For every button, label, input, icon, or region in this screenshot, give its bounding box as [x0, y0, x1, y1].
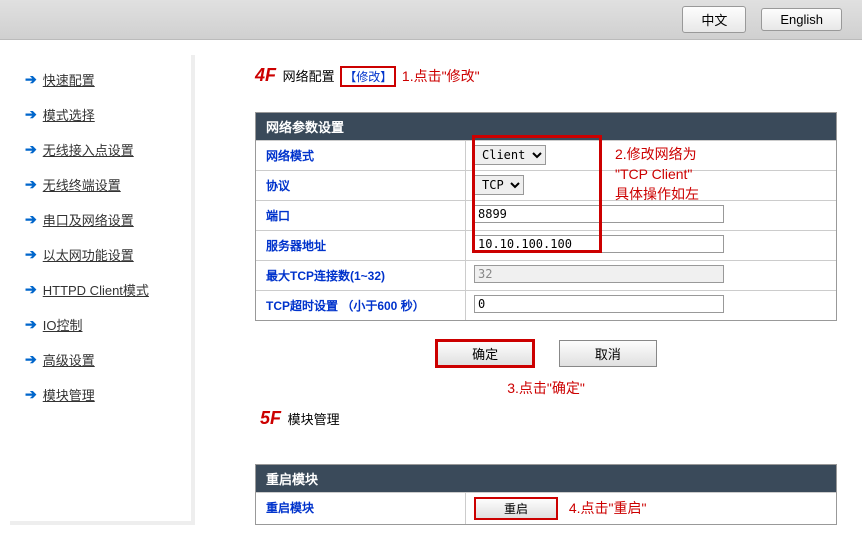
sidebar-item-label: 高级设置: [43, 350, 95, 369]
modify-link[interactable]: 【修改】: [340, 66, 396, 87]
sidebar-item-label: 无线接入点设置: [43, 140, 134, 159]
sidebar-item-label: IO控制: [43, 315, 83, 334]
annotation-3: 3.点击"确定": [255, 378, 837, 398]
row-label-maxtcp: 最大TCP连接数(1~32): [256, 261, 466, 290]
step-marker-4f: 4F: [255, 65, 276, 85]
section-4-header: 4F 网络配置 【修改】 1.点击"修改": [255, 65, 837, 87]
sidebar-item-ethernet[interactable]: ➔ 以太网功能设置: [25, 245, 181, 264]
sidebar-item-label: 串口及网络设置: [43, 210, 134, 229]
step-marker-5f: 5F: [260, 408, 281, 428]
sidebar-item-ap-settings[interactable]: ➔ 无线接入点设置: [25, 140, 181, 159]
port-input[interactable]: [474, 205, 724, 223]
sidebar-item-mode-select[interactable]: ➔ 模式选择: [25, 105, 181, 124]
table-row: 最大TCP连接数(1~32): [256, 260, 836, 290]
server-address-input[interactable]: [474, 235, 724, 253]
table-header: 重启模块: [256, 465, 836, 492]
table-row: 端口: [256, 200, 836, 230]
arrow-icon: ➔: [25, 176, 37, 193]
row-label-proto: 协议: [256, 171, 466, 200]
table-row: TCP超时设置 （小于600 秒）: [256, 290, 836, 320]
sidebar-item-module-mgmt[interactable]: ➔ 模块管理: [25, 385, 181, 404]
sidebar-item-label: 无线终端设置: [43, 175, 121, 194]
cancel-button[interactable]: 取消: [559, 340, 657, 367]
arrow-icon: ➔: [25, 351, 37, 368]
arrow-icon: ➔: [25, 246, 37, 263]
sidebar-item-label: 模式选择: [43, 105, 95, 124]
lang-cn-button[interactable]: 中文: [682, 6, 746, 33]
sidebar-item-label: HTTPD Client模式: [43, 280, 149, 299]
section-title: 网络配置: [283, 69, 335, 84]
arrow-icon: ➔: [25, 106, 37, 123]
annotation-4: 4.点击"重启": [569, 500, 647, 516]
restart-button[interactable]: 重启: [474, 497, 558, 520]
sidebar-item-httpd-client[interactable]: ➔ HTTPD Client模式: [25, 280, 181, 299]
row-label-restart: 重启模块: [256, 493, 466, 524]
tcp-timeout-input[interactable]: [474, 295, 724, 313]
restart-table: 重启模块 重启模块 重启 4.点击"重启": [255, 464, 837, 525]
table-header: 网络参数设置: [256, 113, 836, 140]
table-row: 服务器地址: [256, 230, 836, 260]
row-label-port: 端口: [256, 201, 466, 230]
sidebar-item-label: 以太网功能设置: [43, 245, 134, 264]
annotation-1: 1.点击"修改": [402, 68, 480, 84]
sidebar-item-serial-net[interactable]: ➔ 串口及网络设置: [25, 210, 181, 229]
sidebar: ➔ 快速配置 ➔ 模式选择 ➔ 无线接入点设置 ➔ 无线终端设置 ➔ 串口及网络设置 ➔ 以…: [10, 55, 195, 525]
table-row: 协议 TCP: [256, 170, 836, 200]
section-title: 模块管理: [288, 412, 340, 427]
protocol-select[interactable]: TCP: [474, 175, 524, 195]
lang-en-button[interactable]: English: [761, 8, 842, 31]
row-label-server: 服务器地址: [256, 231, 466, 260]
arrow-icon: ➔: [25, 316, 37, 333]
row-label-mode: 网络模式: [256, 141, 466, 170]
arrow-icon: ➔: [25, 211, 37, 228]
sidebar-item-advanced[interactable]: ➔ 高级设置: [25, 350, 181, 369]
row-label-timeout: TCP超时设置 （小于600 秒）: [256, 291, 466, 320]
ok-button[interactable]: 确定: [435, 339, 535, 368]
sidebar-item-label: 快速配置: [43, 70, 95, 89]
section-5-header: 5F 模块管理: [260, 408, 837, 429]
network-mode-select[interactable]: Client: [474, 145, 546, 165]
arrow-icon: ➔: [25, 281, 37, 298]
arrow-icon: ➔: [25, 141, 37, 158]
table-row: 网络模式 Client: [256, 140, 836, 170]
network-params-table: 网络参数设置 网络模式 Client 协议 TCP 端口 服务器地址: [255, 112, 837, 321]
arrow-icon: ➔: [25, 386, 37, 403]
sidebar-item-io-control[interactable]: ➔ IO控制: [25, 315, 181, 334]
max-tcp-input: [474, 265, 724, 283]
table-row: 重启模块 重启 4.点击"重启": [256, 492, 836, 524]
arrow-icon: ➔: [25, 71, 37, 88]
annotation-2: 2.修改网络为 "TCP Client" 具体操作如左: [615, 144, 699, 204]
sidebar-item-label: 模块管理: [43, 385, 95, 404]
sidebar-item-sta-settings[interactable]: ➔ 无线终端设置: [25, 175, 181, 194]
sidebar-item-quick-config[interactable]: ➔ 快速配置: [25, 70, 181, 89]
